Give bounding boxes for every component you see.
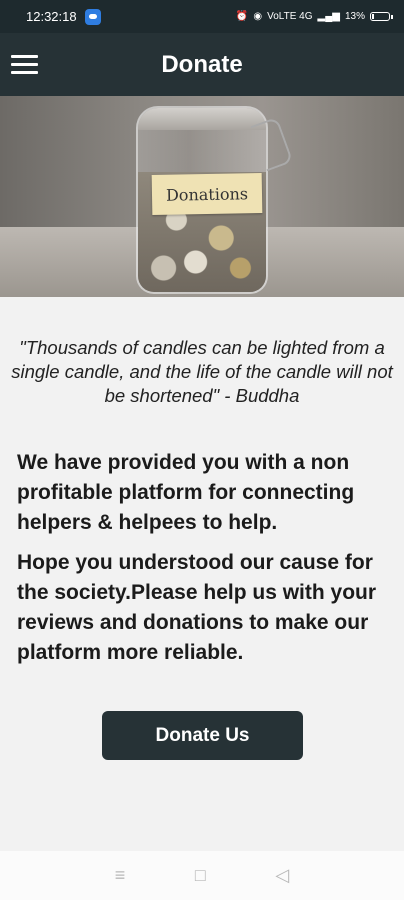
app-bar: Donate [0, 33, 404, 96]
location-icon: ◉ [253, 11, 263, 22]
jar-lid [138, 108, 266, 130]
back-icon[interactable]: ◁ [275, 865, 289, 886]
intro-paragraph: We have provided you with a non profitab… [17, 451, 355, 534]
battery-fill [372, 14, 374, 19]
status-bar: 12:32:18 ⏰ ◉ VoLTE 4G ▂▄▆ 13% [0, 0, 404, 33]
cloud-app-icon [84, 8, 101, 25]
donation-jar-image: Donations [0, 96, 404, 297]
status-icons: ⏰ ◉ VoLTE 4G ▂▄▆ 13% [235, 11, 393, 22]
battery-icon [370, 12, 393, 21]
hamburger-menu-icon[interactable] [11, 55, 38, 75]
battery-percent: 13% [344, 11, 365, 22]
recents-icon[interactable]: ≡ [115, 865, 126, 886]
signal-icon: ▂▄▆ [317, 11, 340, 22]
donate-us-button[interactable]: Donate Us [102, 711, 303, 760]
home-icon[interactable]: □ [195, 865, 206, 886]
jar-label: Donations [151, 173, 263, 215]
network-type-label: VoLTE 4G [267, 11, 313, 22]
jar: Donations [136, 106, 268, 294]
system-nav-bar: ≡ □ ◁ [0, 851, 404, 900]
buddha-quote: "Thousands of candles can be lighted fro… [11, 337, 393, 406]
cause-paragraph: Hope you understood our cause for the so… [17, 551, 377, 664]
page-title: Donate [161, 50, 243, 78]
alarm-icon: ⏰ [235, 11, 249, 22]
status-time: 12:32:18 [26, 9, 77, 24]
